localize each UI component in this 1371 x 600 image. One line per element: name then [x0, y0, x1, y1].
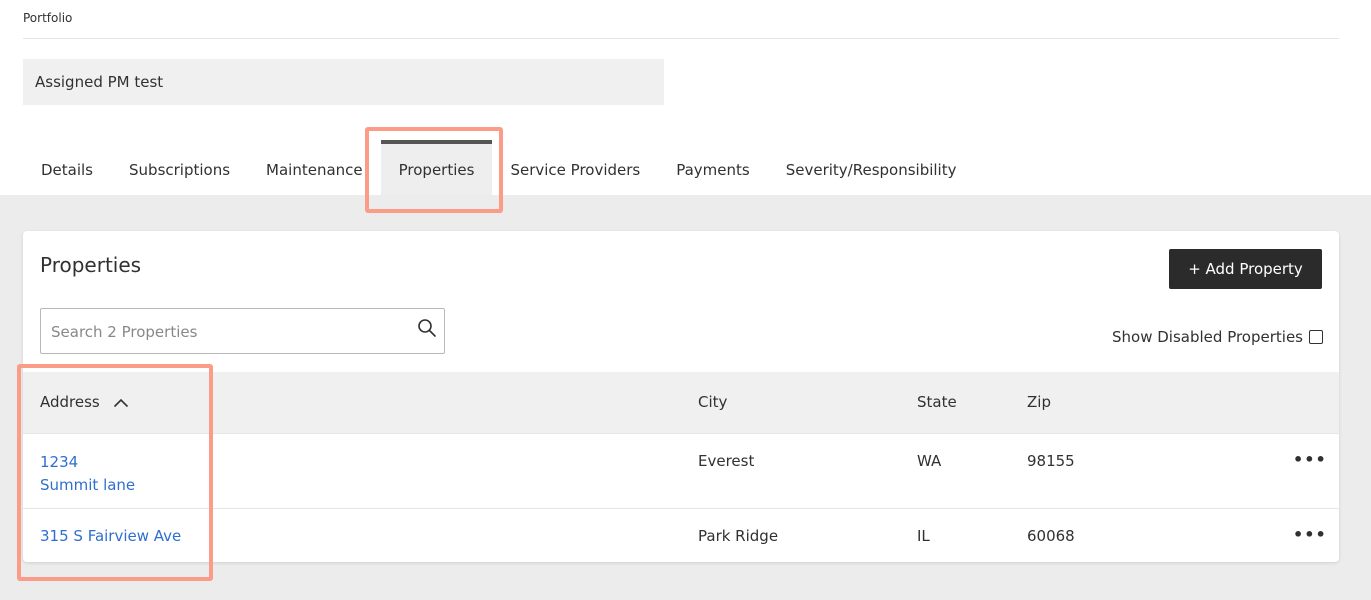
table-row: 1234 Summit lane Everest WA 98155 •••	[23, 433, 1339, 508]
address-link[interactable]: 315 S Fairview Ave	[40, 527, 181, 545]
address-line-1: 1234	[40, 453, 79, 471]
breadcrumb[interactable]: Portfolio	[23, 11, 72, 25]
add-property-button[interactable]: + Add Property	[1169, 249, 1322, 289]
more-horizontal-icon[interactable]: •••	[1293, 525, 1327, 544]
properties-title: Properties	[40, 253, 142, 277]
tab-service-providers[interactable]: Service Providers	[492, 140, 658, 195]
more-horizontal-icon[interactable]: •••	[1293, 450, 1327, 469]
show-disabled-toggle: Show Disabled Properties	[1112, 328, 1323, 346]
state-cell: IL	[917, 527, 930, 545]
state-cell: WA	[917, 452, 942, 470]
tab-subscriptions[interactable]: Subscriptions	[111, 140, 248, 195]
tab-payments[interactable]: Payments	[658, 140, 767, 195]
portfolio-header: Portfolio Assigned PM test Details Subsc…	[0, 0, 1371, 195]
address-line-2: Summit lane	[40, 476, 136, 494]
show-disabled-label: Show Disabled Properties	[1112, 328, 1303, 346]
tab-maintenance[interactable]: Maintenance	[248, 140, 381, 195]
tab-bar: Details Subscriptions Maintenance Proper…	[23, 140, 974, 195]
column-header-zip[interactable]: Zip	[1027, 393, 1051, 411]
search-box	[40, 308, 445, 354]
column-header-city[interactable]: City	[698, 393, 727, 411]
zip-cell: 98155	[1027, 452, 1075, 470]
zip-cell: 60068	[1027, 527, 1075, 545]
table-header: Address City State Zip	[23, 372, 1339, 433]
address-link[interactable]: 1234 Summit lane	[40, 451, 135, 497]
portfolio-name-field[interactable]: Assigned PM test	[23, 59, 664, 105]
search-input[interactable]	[51, 321, 401, 343]
table-row: 315 S Fairview Ave Park Ridge IL 60068 •…	[23, 508, 1339, 562]
city-cell: Everest	[698, 452, 755, 470]
tab-severity-responsibility[interactable]: Severity/Responsibility	[768, 140, 975, 195]
chevron-up-icon[interactable]	[113, 394, 129, 412]
tab-properties[interactable]: Properties	[380, 140, 493, 195]
header-divider	[23, 38, 1339, 39]
city-cell: Park Ridge	[698, 527, 779, 545]
column-header-address[interactable]: Address	[40, 393, 129, 412]
address-header-label: Address	[40, 393, 100, 411]
show-disabled-checkbox[interactable]	[1309, 330, 1323, 344]
tab-details[interactable]: Details	[23, 140, 111, 195]
column-header-state[interactable]: State	[917, 393, 957, 411]
search-icon[interactable]	[417, 318, 437, 338]
properties-card: Properties + Add Property Show Disabled …	[23, 231, 1339, 562]
